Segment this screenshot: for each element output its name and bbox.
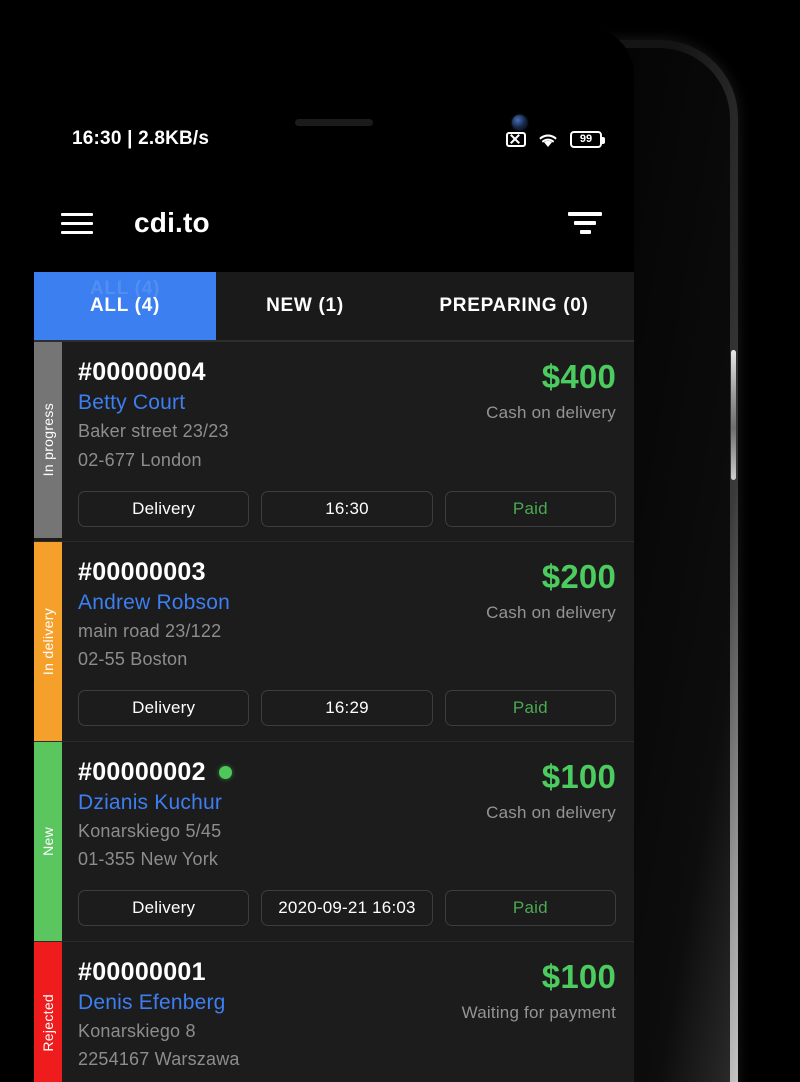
customer-name[interactable]: Andrew Robson [78,591,486,615]
orders-list[interactable]: In progress #00000004 Betty Court Baker … [34,342,634,1082]
payment-note: Cash on delivery [486,802,616,822]
tab-preparing[interactable]: PREPARING (0) [394,272,634,340]
tab-preparing-label: PREPARING (0) [439,295,589,316]
status-bar: 16:30 | 2.8KB/s 99 [34,115,634,163]
status-bar-icons: 99 [506,130,605,148]
order-status-strip: In progress [34,342,62,538]
new-order-indicator-dot [218,765,232,779]
hamburger-menu-icon[interactable] [58,208,96,238]
screenshot-root: 16:30 | 2.8KB/s 99 cdi.to ALL (4) ALL (4… [0,0,800,1082]
battery-level-label: 99 [579,132,593,145]
order-number: #00000001 [78,957,206,986]
payment-note: Cash on delivery [486,602,616,622]
address-line-1: Baker street 23/23 [78,421,229,441]
chip-delivery-type[interactable]: Delivery [78,490,250,527]
order-number-row: #00000004 [78,358,486,387]
chip-payment-status[interactable]: Paid [444,890,616,927]
order-card[interactable]: In progress #00000004 Betty Court Baker … [34,342,634,542]
order-number-row: #00000002 [78,758,486,787]
tab-all-label: ALL (4) [90,295,160,316]
order-number: #00000002 [78,757,206,786]
chip-time[interactable]: 2020-09-21 16:03 [261,890,433,927]
chip-time[interactable]: 16:29 [261,690,433,727]
app-bar: cdi.to [34,187,634,259]
address-line-1: Konarskiego 8 [78,1020,196,1041]
address-line-2: 01-355 New York [78,849,219,870]
order-status-label: In progress [40,403,56,477]
order-number-row: #00000003 [78,558,486,587]
order-amount: $100 [541,757,616,795]
status-bar-clock-and-network: 16:30 | 2.8KB/s [72,128,210,149]
payment-note: Waiting for payment [461,1002,616,1022]
order-status-strip: Rejected [34,941,62,1082]
chip-delivery-type[interactable]: Delivery [78,890,250,927]
wifi-icon [539,133,557,147]
order-status-tabs: ALL (4) ALL (4) NEW (1) PREPARING (0) [34,272,634,340]
order-card-body: #00000001 Denis Efenberg Konarskiego 8 2… [62,942,634,1082]
order-status-strip: In delivery [34,541,62,741]
app-title: cdi.to [134,207,210,238]
tab-new-label: NEW (1) [266,295,344,316]
order-chips: Delivery 16:30 Paid [78,490,616,527]
no-sim-icon [506,131,526,147]
order-card[interactable]: New #00000002 Dzianis Kuchur Konarskiego… [34,741,634,942]
order-card-body: #00000003 Andrew Robson main road 23/122… [62,542,634,741]
chip-delivery-type[interactable]: Delivery [78,690,250,727]
address-line-1: Konarskiego 5/45 [78,820,222,841]
order-card-body: #00000004 Betty Court Baker street 23/23… [62,342,634,541]
order-card-body: #00000002 Dzianis Kuchur Konarskiego 5/4… [62,742,634,941]
address-line-1: main road 23/122 [78,620,222,641]
address-line-2: 02-55 Boston [78,649,188,670]
order-status-strip: New [34,741,62,941]
order-number: #00000003 [78,557,206,586]
tab-new[interactable]: NEW (1) [216,272,394,340]
order-status-label: New [40,826,56,856]
chip-payment-status[interactable]: Paid [444,490,616,527]
order-amount: $200 [541,557,616,595]
battery-icon: 99 [570,130,605,148]
order-card[interactable]: In delivery #00000003 Andrew Robson main… [34,541,634,742]
order-amount: $100 [541,957,616,995]
chip-payment-status[interactable]: Paid [444,690,616,727]
order-amount: $400 [541,358,616,395]
phone-screen: 16:30 | 2.8KB/s 99 cdi.to ALL (4) ALL (4… [34,27,634,1082]
order-chips: Delivery 2020-09-21 16:03 Paid [78,890,616,927]
order-chips: Delivery 16:29 Paid [78,690,616,727]
order-card[interactable]: Rejected #00000001 Denis Efenberg Konars… [34,941,634,1082]
power-button[interactable] [731,350,736,480]
customer-name[interactable]: Betty Court [78,391,486,415]
customer-name[interactable]: Denis Efenberg [78,991,462,1015]
order-number-row: #00000001 [78,958,462,987]
payment-note: Cash on delivery [486,403,616,422]
order-number: #00000004 [78,358,206,386]
order-status-label: In delivery [40,607,56,675]
filter-icon[interactable] [566,208,604,238]
address-line-2: 02-677 London [78,449,202,470]
order-status-label: Rejected [40,994,56,1052]
tab-all[interactable]: ALL (4) ALL (4) [34,272,216,340]
chip-time[interactable]: 16:30 [261,490,433,527]
customer-name[interactable]: Dzianis Kuchur [78,791,486,815]
address-line-2: 2254167 Warszawa [78,1049,240,1070]
